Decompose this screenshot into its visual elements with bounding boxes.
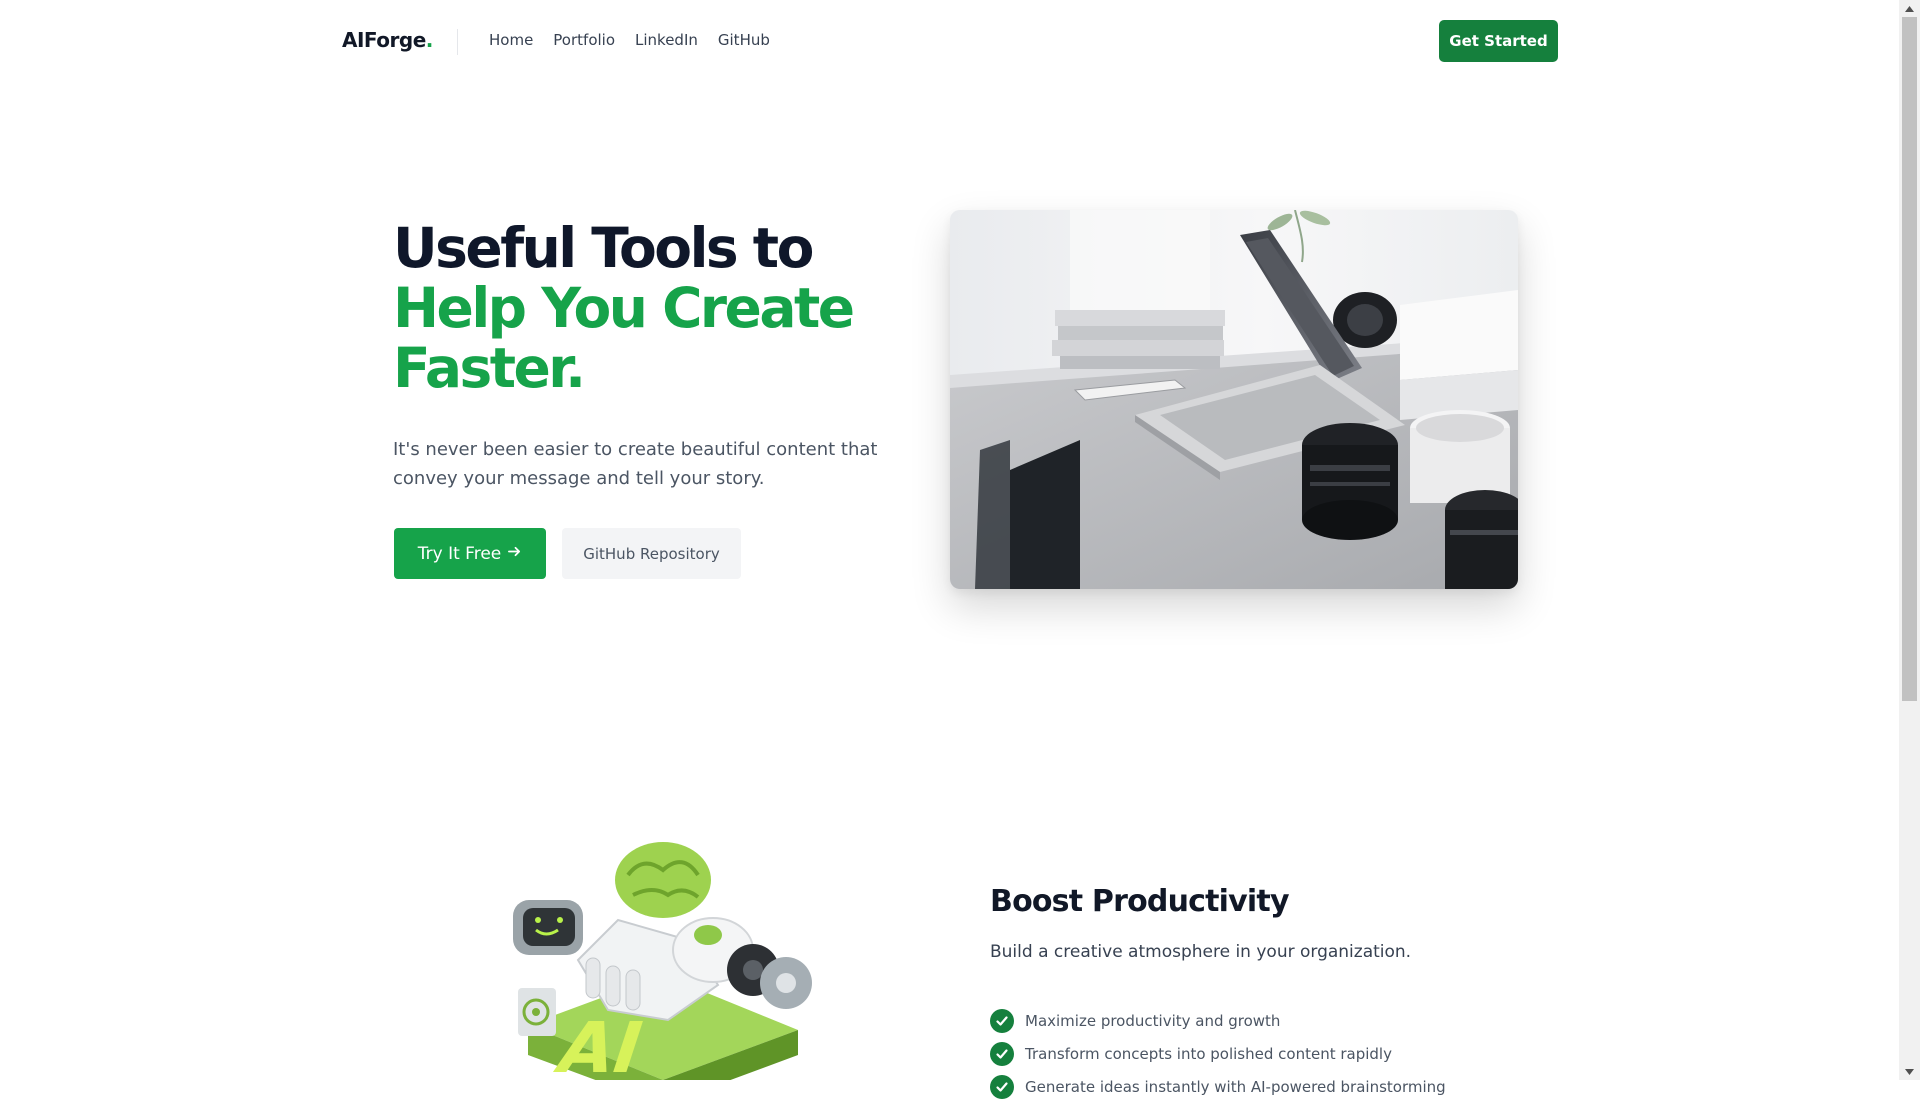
list-item: Maximize productivity and growth [990,1004,1446,1037]
feature-list: Maximize productivity and growth Transfo… [990,1004,1446,1103]
list-item: Generate ideas instantly with AI-powered… [990,1070,1446,1103]
brand-name: AIForge [342,28,426,52]
nav-link-portfolio[interactable]: Portfolio [553,31,615,49]
check-circle-icon [990,1041,1014,1066]
hero-subtitle: It's never been easier to create beautif… [393,439,878,489]
try-it-free-label: Try It Free [417,543,502,564]
nav-link-home[interactable]: Home [489,31,533,49]
ai-illustration: AI [508,840,818,1103]
brand-logo[interactable]: AIForge. [342,28,433,52]
hero-title-line3: Faster. [393,336,586,400]
check-circle-icon [990,1074,1014,1099]
feature-item-text: Generate ideas instantly with AI-powered… [1025,1077,1446,1096]
scroll-up-icon[interactable] [1899,0,1920,17]
top-navbar: AIForge. Home Portfolio LinkedIn GitHub … [0,0,1899,82]
list-item: Transform concepts into polished content… [990,1037,1446,1070]
check-circle-icon [990,1008,1014,1033]
try-it-free-button[interactable]: Try It Free [394,528,546,579]
hero-title-line2: Help You Create [393,276,855,340]
feature-subtitle: Build a creative atmosphere in your orga… [990,942,1412,962]
nav-link-linkedin[interactable]: LinkedIn [635,31,698,49]
hero-image-laptop-desk [950,210,1518,589]
nav-link-github[interactable]: GitHub [718,31,770,49]
nav-links: Home Portfolio LinkedIn GitHub [489,31,770,49]
scroll-down-icon[interactable] [1899,1063,1920,1080]
get-started-button[interactable]: Get Started [1439,20,1558,62]
arrow-right-icon [507,544,522,564]
hero-title-line1: Useful Tools to [393,216,814,280]
brand-dot: . [425,28,434,52]
feature-item-text: Transform concepts into polished content… [1025,1044,1392,1063]
feature-title: Boost Productivity [990,884,1290,919]
nav-divider [457,29,458,55]
scrollbar-thumb[interactable] [1902,17,1917,701]
hero-title: Useful Tools to Help You Create Faster. [393,216,855,400]
github-repository-button[interactable]: GitHub Repository [562,528,741,579]
feature-item-text: Maximize productivity and growth [1025,1011,1281,1030]
page-scrollbar[interactable] [1899,0,1920,1080]
